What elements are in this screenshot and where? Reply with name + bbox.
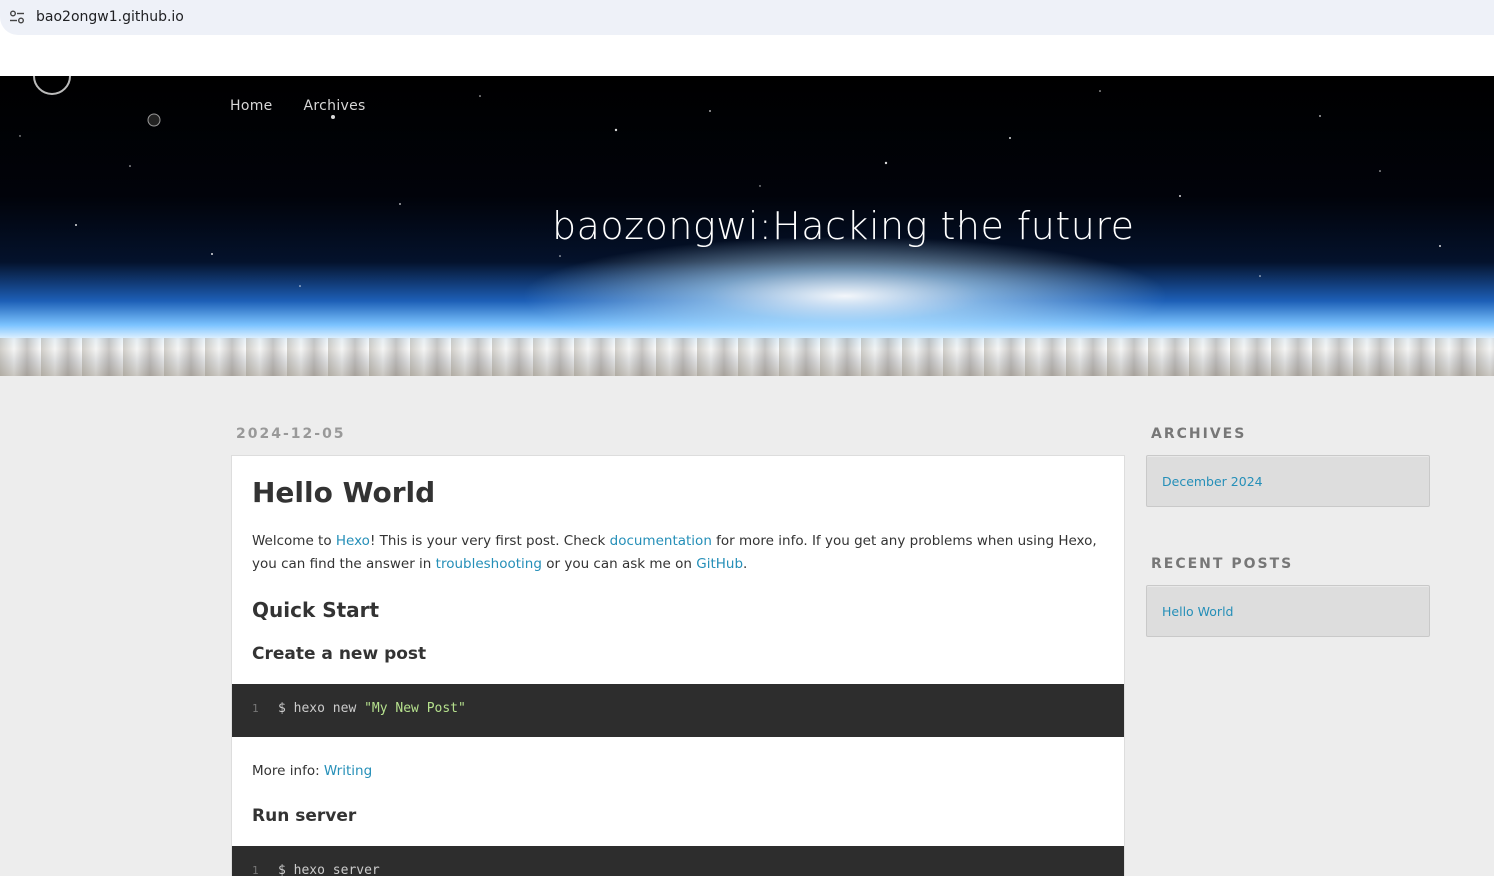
heading-create-post: Create a new post	[252, 644, 427, 664]
tune-icon[interactable]	[9, 10, 25, 24]
main-nav: Home Archives	[230, 98, 366, 114]
nav-archives-link[interactable]: Archives	[304, 98, 366, 114]
hexo-link[interactable]: Hexo	[336, 533, 370, 549]
nav-home-link[interactable]: Home	[230, 98, 273, 114]
article-intro: Welcome to Hexo! This is your very first…	[252, 530, 1107, 576]
article-title[interactable]: Hello World	[252, 476, 435, 509]
code-command: $ hexo new	[278, 701, 365, 716]
heading-quick-start: Quick Start	[252, 598, 380, 622]
code-line: $ hexo new "My New Post"	[278, 701, 466, 716]
troubleshooting-link[interactable]: troubleshooting	[436, 556, 542, 572]
intro-text: Welcome to	[252, 533, 336, 549]
recent-post-link[interactable]: Hello World	[1162, 604, 1233, 619]
site-title[interactable]: baozongwi:Hacking the future	[552, 204, 1135, 248]
line-number: 1	[252, 702, 259, 715]
cloud-layer	[0, 338, 1494, 376]
url-text[interactable]: bao2ongw1.github.io	[36, 9, 184, 25]
code-block: 1 $ hexo server	[232, 846, 1124, 876]
site-banner: Home Archives baozongwi:Hacking the futu…	[0, 76, 1494, 376]
code-line: $ hexo server	[278, 863, 380, 876]
intro-text: .	[743, 556, 748, 572]
browser-toolbar: bao2ongw1.github.io	[0, 0, 1494, 76]
more-info-label: More info:	[252, 763, 324, 779]
code-block: 1 $ hexo new "My New Post"	[232, 684, 1124, 737]
recent-posts-widget-title: RECENT POSTS	[1151, 556, 1294, 572]
code-string: "My New Post"	[364, 701, 466, 716]
intro-text: or you can ask me on	[541, 556, 697, 572]
article-date[interactable]: 2024-12-05	[236, 426, 346, 442]
intro-text: ! This is your very first post. Check	[369, 533, 610, 549]
archive-month-link[interactable]: December 2024	[1162, 474, 1263, 489]
recent-posts-widget: Hello World	[1146, 585, 1430, 637]
more-info: More info: Writing	[252, 763, 372, 779]
line-number: 1	[252, 864, 259, 876]
archives-widget-title: ARCHIVES	[1151, 426, 1247, 442]
article-card: Hello World Welcome to Hexo! This is you…	[231, 455, 1125, 876]
documentation-link[interactable]: documentation	[610, 533, 712, 549]
writing-link[interactable]: Writing	[324, 763, 372, 779]
archives-widget: December 2024	[1146, 455, 1430, 507]
heading-run-server: Run server	[252, 806, 357, 826]
github-link[interactable]: GitHub	[696, 556, 743, 572]
address-bar[interactable]: bao2ongw1.github.io	[0, 0, 1494, 35]
